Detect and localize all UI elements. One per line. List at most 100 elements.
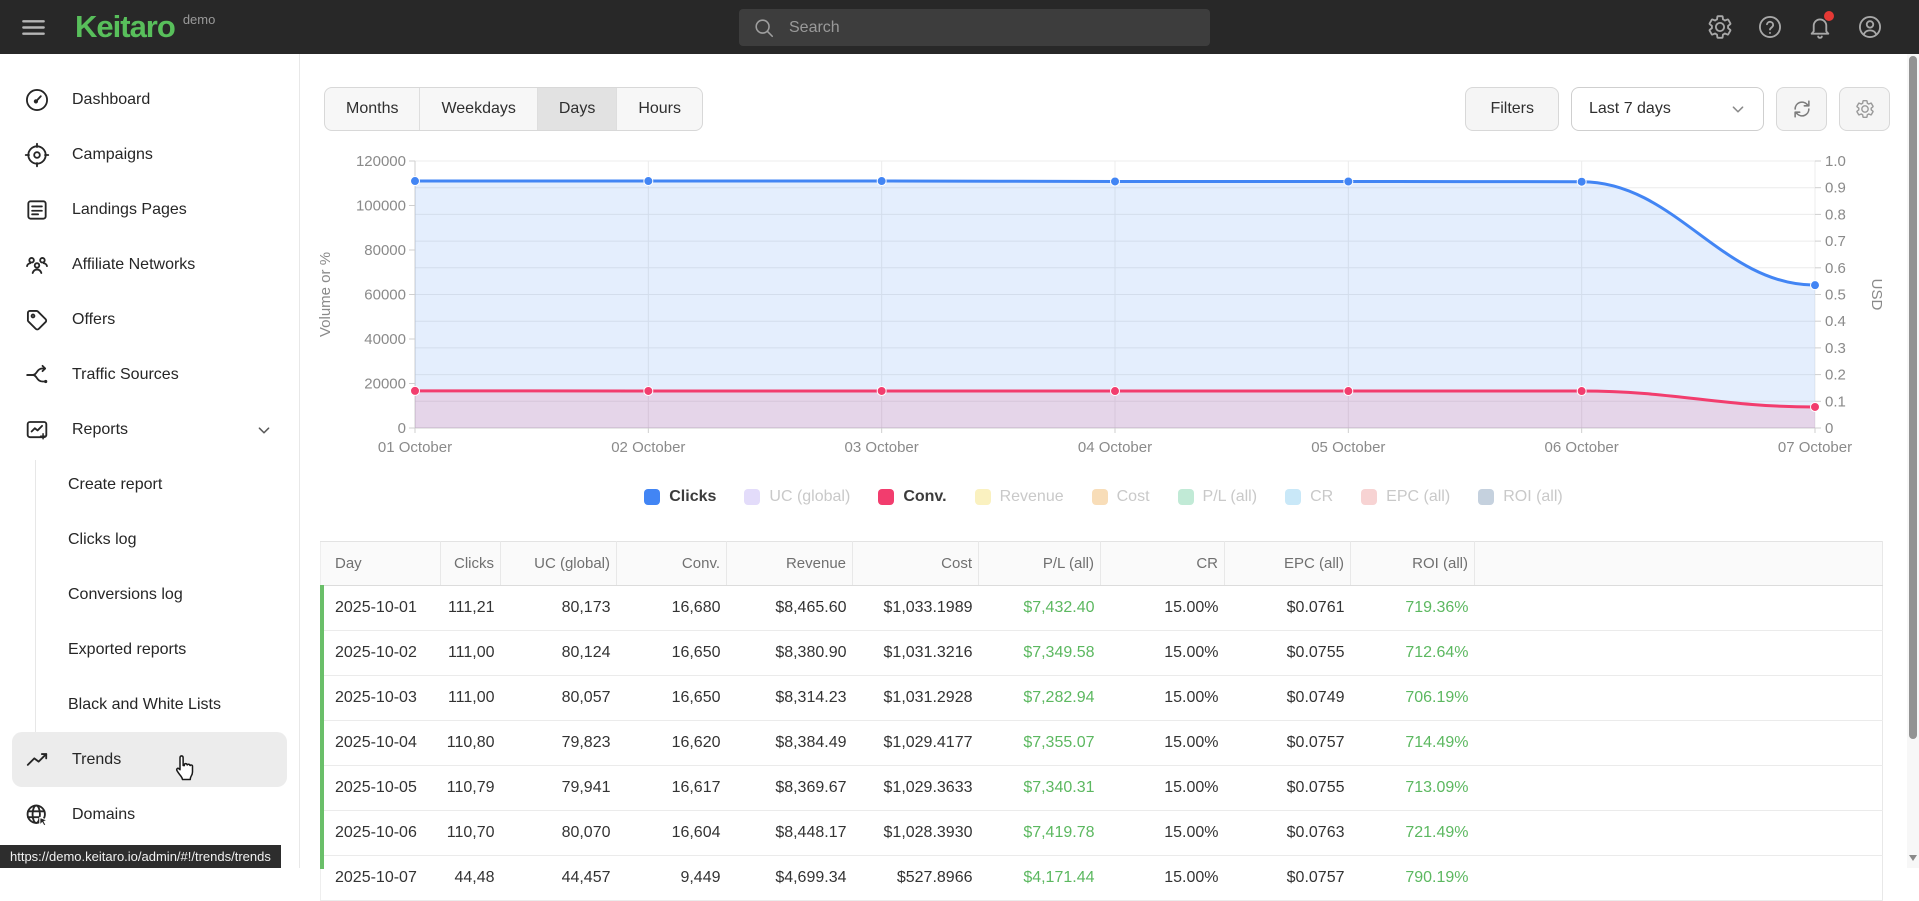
svg-text:02 October: 02 October: [611, 439, 685, 456]
legend-item-uc-global[interactable]: UC (global): [744, 488, 850, 506]
col-header-cr: CR: [1100, 541, 1225, 586]
hamburger-icon[interactable]: [20, 14, 47, 41]
date-range-value: Last 7 days: [1589, 100, 1671, 117]
brand-badge: demo: [182, 12, 216, 27]
notifications-bell-icon[interactable]: [1807, 11, 1834, 40]
row-accent-bar: [320, 585, 324, 869]
legend-item-revenue[interactable]: Revenue: [974, 488, 1064, 506]
status-url-tooltip: https://demo.keitaro.io/admin/#!/trends/…: [0, 845, 281, 868]
legend-swatch: [1361, 489, 1378, 505]
svg-text:0: 0: [1825, 420, 1833, 437]
sidebar-item-campaigns[interactable]: Campaigns: [0, 127, 299, 182]
sidebar-item-affiliate-networks[interactable]: Affiliate Networks: [0, 237, 299, 292]
legend-item-epc-all[interactable]: EPC (all): [1361, 488, 1450, 506]
trends-table: Day Clicks UC (global) Conv. Revenue Cos…: [320, 541, 1883, 901]
table-row: 2025-10-04 110,80 79,823 16,620 $8,384.49 $1,…: [320, 720, 1883, 766]
sidebar-item-domains[interactable]: Domains: [0, 787, 299, 842]
search-box[interactable]: [739, 9, 1210, 46]
help-icon[interactable]: [1757, 14, 1783, 40]
chart-canvas: 0 20000 40000 60000 80000 100000 120000 0 0.1 0.2…: [317, 153, 1885, 456]
period-tabs: Months Weekdays Days Hours: [324, 87, 704, 131]
dashboard-icon: [24, 87, 50, 113]
col-header-clicks: Clicks: [440, 541, 501, 586]
sidebar-item-label: Traffic Sources: [72, 365, 179, 383]
chart-settings-button[interactable]: [1839, 87, 1890, 131]
tab-days[interactable]: Days: [536, 88, 617, 130]
reports-icon: [24, 417, 50, 443]
search-input[interactable]: [787, 17, 1171, 38]
legend-swatch: [1478, 489, 1495, 505]
col-header-filler: [1474, 541, 1883, 586]
sidebar-item-clicks-log[interactable]: Clicks log: [0, 512, 299, 567]
svg-text:0.8: 0.8: [1825, 206, 1846, 223]
legend-item-conv[interactable]: Conv.: [878, 488, 947, 506]
tab-hours[interactable]: Hours: [616, 88, 702, 130]
legend-item-clicks[interactable]: Clicks: [644, 488, 716, 506]
top-bar: Keitaro demo: [0, 0, 1919, 54]
tab-weekdays[interactable]: Weekdays: [419, 88, 536, 130]
table-header-row: Day Clicks UC (global) Conv. Revenue Cos…: [320, 541, 1883, 586]
brand-name: Keitaro: [75, 9, 176, 44]
sidebar-item-label: Affiliate Networks: [72, 255, 196, 273]
sidebar-item-black-white-lists[interactable]: Black and White Lists: [0, 677, 299, 732]
status-url: https://demo.keitaro.io/admin/#!/trends/…: [10, 849, 271, 864]
col-header-roi-all: ROI (all): [1350, 541, 1475, 586]
sidebar-item-label: Landings Pages: [72, 200, 187, 218]
svg-text:0.5: 0.5: [1825, 287, 1846, 304]
campaigns-icon: [24, 142, 50, 168]
legend-swatch: [1285, 489, 1302, 505]
svg-text:0.7: 0.7: [1825, 233, 1846, 250]
sidebar-item-trends[interactable]: Trends: [12, 732, 287, 787]
traffic-sources-icon: [24, 362, 50, 388]
offers-icon: [24, 307, 50, 333]
scrollbar-thumb[interactable]: [1909, 56, 1917, 739]
svg-text:01 October: 01 October: [378, 439, 452, 456]
sidebar-item-exported-reports[interactable]: Exported reports: [0, 622, 299, 677]
svg-text:0.9: 0.9: [1825, 180, 1846, 197]
svg-text:USD: USD: [1868, 279, 1885, 311]
sidebar-item-label: Trends: [72, 750, 122, 768]
sidebar-item-landings-pages[interactable]: Landings Pages: [0, 182, 299, 237]
svg-text:04 October: 04 October: [1078, 439, 1152, 456]
legend-item-cr[interactable]: CR: [1285, 488, 1333, 506]
svg-text:20000: 20000: [364, 376, 406, 393]
legend-item-pl-all[interactable]: P/L (all): [1177, 488, 1257, 506]
sidebar-item-label: Reports: [72, 420, 129, 438]
scrollbar-down-arrow[interactable]: [1909, 855, 1917, 861]
svg-text:03 October: 03 October: [845, 439, 919, 456]
table-row: 2025-10-05 110,79 79,941 16,617 $8,369.67 $1,…: [320, 765, 1883, 811]
table-row: 2025-10-06 110,70 80,070 16,604 $8,448.17 $1,…: [320, 810, 1883, 856]
refresh-button[interactable]: [1776, 87, 1827, 131]
svg-text:07 October: 07 October: [1778, 439, 1852, 456]
sidebar-item-traffic-sources[interactable]: Traffic Sources: [0, 347, 299, 402]
submenu-rule: [35, 460, 36, 732]
brand-logo: Keitaro demo: [75, 0, 215, 54]
svg-text:120000: 120000: [356, 153, 406, 170]
sidebar-item-dashboard[interactable]: Dashboard: [0, 72, 299, 127]
tab-months[interactable]: Months: [325, 88, 419, 130]
svg-text:0.1: 0.1: [1825, 393, 1846, 410]
sidebar-item-offers[interactable]: Offers: [0, 292, 299, 347]
sidebar-item-reports[interactable]: Reports: [0, 402, 299, 457]
svg-text:80000: 80000: [364, 242, 406, 259]
svg-text:06 October: 06 October: [1545, 439, 1619, 456]
landings-pages-icon: [24, 197, 50, 223]
table-row-partial: 2025-10-07 44,48 44,457 9,449 $4,699.34 $527.…: [320, 855, 1883, 901]
affiliate-networks-icon: [24, 252, 50, 278]
date-range-select[interactable]: Last 7 days: [1571, 87, 1764, 131]
sidebar-item-label: Domains: [72, 805, 136, 823]
svg-text:0: 0: [398, 420, 406, 437]
col-header-uc-global: UC (global): [500, 541, 617, 586]
svg-text:0.6: 0.6: [1825, 260, 1846, 277]
sidebar-item-label: Campaigns: [72, 145, 153, 163]
filters-button[interactable]: Filters: [1465, 87, 1559, 131]
sidebar-item-create-report[interactable]: Create report: [0, 457, 299, 512]
page-scrollbar[interactable]: [1907, 54, 1919, 868]
legend-item-roi-all[interactable]: ROI (all): [1478, 488, 1563, 506]
account-icon[interactable]: [1857, 14, 1883, 40]
svg-text:Volume or %: Volume or %: [317, 252, 334, 337]
sidebar-item-conversions-log[interactable]: Conversions log: [0, 567, 299, 622]
sidebar-item-label: Offers: [72, 310, 116, 328]
settings-icon[interactable]: [1707, 14, 1733, 40]
legend-item-cost[interactable]: Cost: [1091, 488, 1150, 506]
